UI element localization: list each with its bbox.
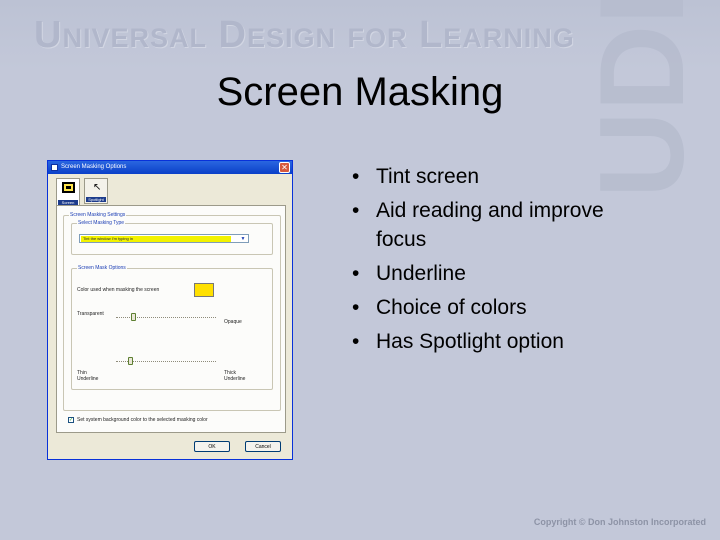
- app-icon: [51, 164, 58, 171]
- masking-type-group: Select Masking Type Tint the window I'm …: [71, 220, 273, 255]
- masking-type-select[interactable]: Tint the window I'm typing in ▼: [79, 234, 249, 243]
- mask-options-group: Screen Mask Options Color used when mask…: [71, 265, 273, 390]
- mask-color-label: Color used when masking the screen: [77, 287, 160, 293]
- slide-title: Screen Masking: [216, 70, 504, 114]
- bullet-item: Underline: [352, 259, 652, 288]
- system-background-checkbox[interactable]: ✓: [68, 417, 74, 423]
- dialog-title: Screen Masking Options: [61, 164, 127, 170]
- close-icon[interactable]: ✕: [279, 162, 290, 173]
- settings-group-label: Screen Masking Settings: [69, 212, 127, 218]
- underline-slider-thumb[interactable]: [128, 357, 133, 365]
- masking-type-value: Tint the window I'm typing in: [81, 236, 231, 242]
- copyright-text: Copyright © Don Johnston Incorporated: [533, 517, 706, 527]
- transparency-right-label: Opaque: [224, 319, 242, 325]
- settings-group: Screen Masking Settings Select Masking T…: [63, 212, 281, 423]
- transparency-left-label: Transparent: [77, 311, 104, 317]
- tab-spotlight-label: Spotlight: [86, 197, 106, 202]
- ok-button[interactable]: OK: [194, 441, 230, 452]
- bullet-item: Aid reading and improve focus: [352, 196, 652, 254]
- cursor-arrow-icon: ↖: [93, 182, 102, 193]
- transparency-slider-thumb[interactable]: [131, 313, 136, 321]
- underline-left-label-2: Underline: [77, 376, 99, 382]
- options-panel: Screen Masking Settings Select Masking T…: [56, 205, 286, 433]
- chevron-down-icon[interactable]: ▼: [239, 236, 247, 242]
- system-background-label: Set system background color to the selec…: [77, 417, 208, 423]
- mask-color-swatch[interactable]: [194, 283, 214, 297]
- tab-spotlight[interactable]: ↖ Spotlight: [84, 178, 108, 204]
- bullet-item: Tint screen: [352, 162, 652, 191]
- dialog-titlebar: Screen Masking Options ✕: [48, 161, 292, 174]
- bullet-item: Choice of colors: [352, 293, 652, 322]
- screen-masking-dialog-screenshot: Screen Masking Options ✕ Screen ↖ Spotli…: [47, 160, 293, 460]
- monitor-icon: [62, 182, 75, 193]
- bullet-list: Tint screen Aid reading and improve focu…: [352, 162, 652, 361]
- mask-options-label: Screen Mask Options: [77, 265, 127, 271]
- cancel-button[interactable]: Cancel: [245, 441, 281, 452]
- underline-right-label-2: Underline: [224, 376, 246, 382]
- masking-type-label: Select Masking Type: [77, 220, 126, 226]
- tab-screen[interactable]: Screen: [56, 178, 80, 206]
- bullet-item: Has Spotlight option: [352, 327, 652, 356]
